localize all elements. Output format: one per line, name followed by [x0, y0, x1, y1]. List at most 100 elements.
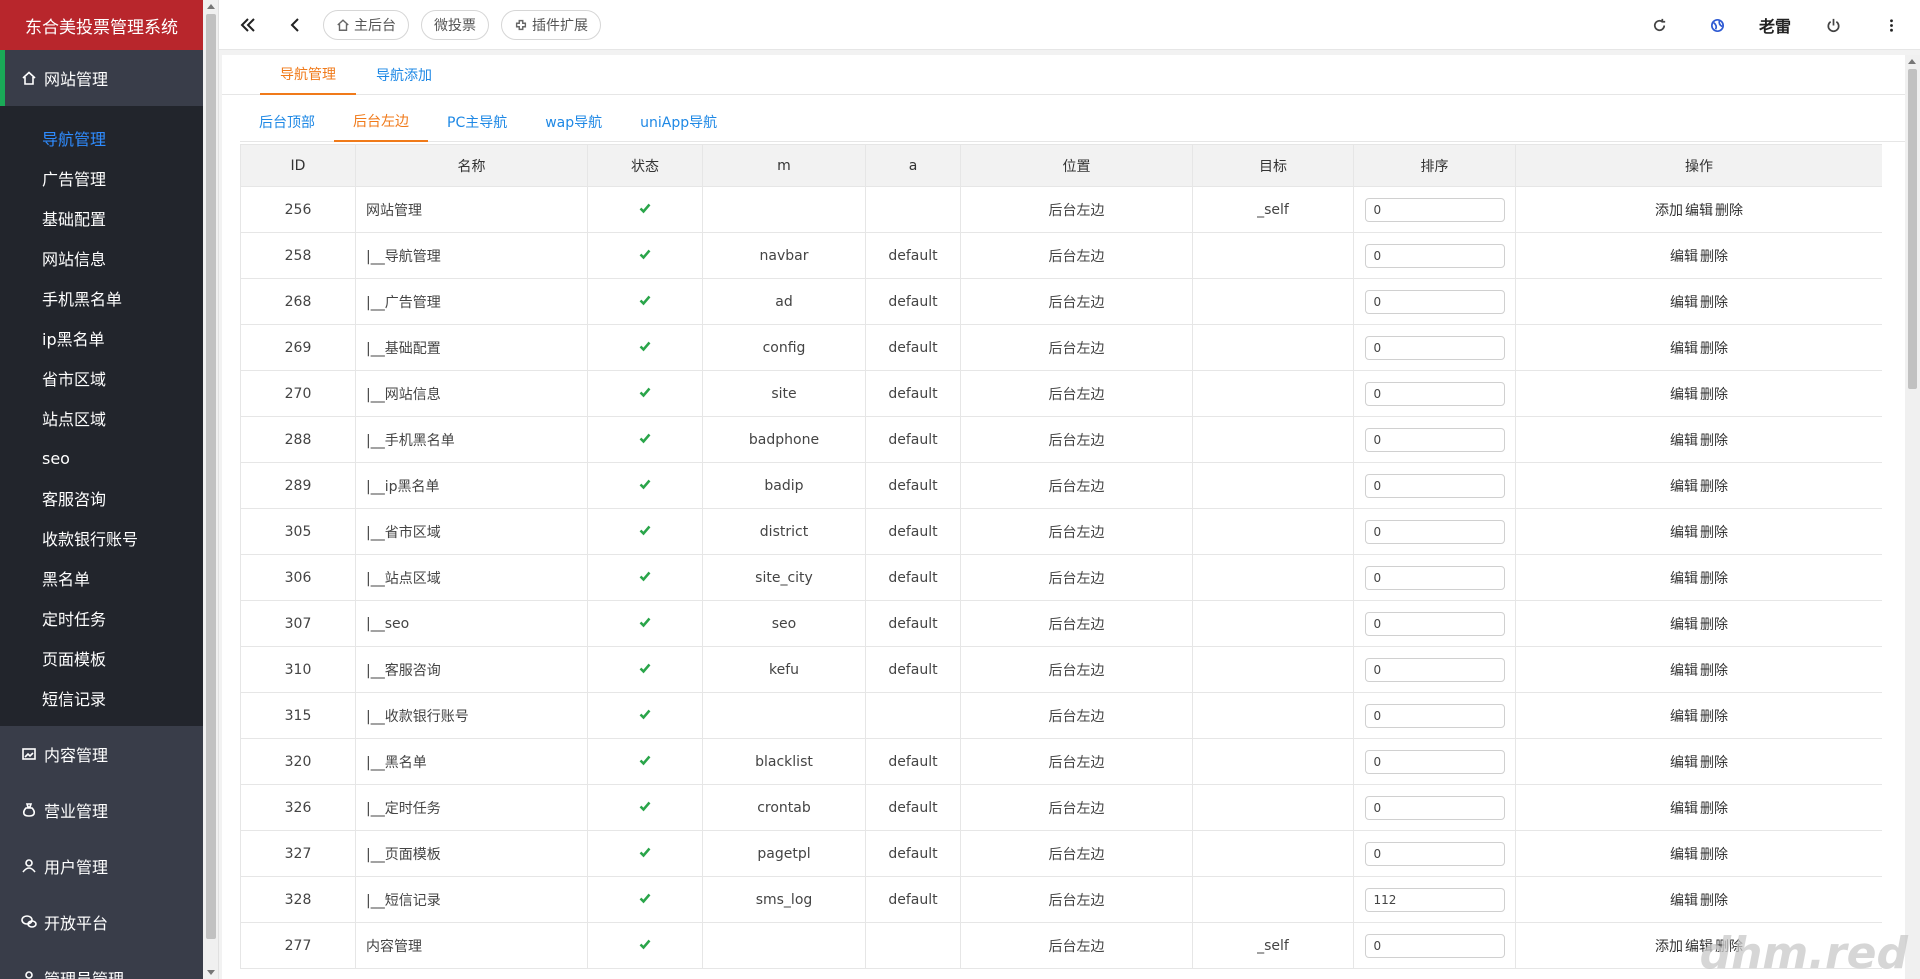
collapse-sidebar-icon[interactable]	[237, 14, 259, 36]
tab-navbar-add[interactable]: 导航添加	[356, 55, 452, 95]
header-target[interactable]: 目标	[1192, 144, 1354, 187]
sidebar-item-seo[interactable]: seo	[0, 438, 203, 478]
refresh-icon[interactable]	[1630, 0, 1688, 50]
delete-link[interactable]: 删除	[1700, 847, 1728, 863]
sort-input[interactable]	[1364, 427, 1505, 452]
delete-link[interactable]: 删除	[1700, 341, 1728, 357]
scroll-up-arrow-icon[interactable]	[207, 4, 215, 9]
sort-input[interactable]	[1364, 611, 1505, 636]
edit-link[interactable]: 编辑	[1670, 479, 1698, 495]
header-ops[interactable]: 操作	[1515, 144, 1882, 187]
header-position[interactable]: 位置	[960, 144, 1193, 187]
sidebar-item-badip[interactable]: ip黑名单	[0, 318, 203, 358]
sort-input[interactable]	[1364, 795, 1505, 820]
sort-input[interactable]	[1364, 749, 1505, 774]
sidebar-item-pagetpl[interactable]: 页面模板	[0, 638, 203, 678]
sort-input[interactable]	[1364, 841, 1505, 866]
edit-link[interactable]: 编辑	[1670, 847, 1698, 863]
delete-link[interactable]: 删除	[1700, 525, 1728, 541]
delete-link[interactable]: 删除	[1700, 663, 1728, 679]
edit-link[interactable]: 编辑	[1670, 893, 1698, 909]
sidebar-group-user[interactable]: 用户管理	[0, 838, 203, 894]
delete-link[interactable]: 删除	[1700, 433, 1728, 449]
delete-link[interactable]: 删除	[1700, 387, 1728, 403]
edit-link[interactable]: 编辑	[1670, 755, 1698, 771]
sidebar-group-business[interactable]: 营业管理	[0, 782, 203, 838]
sort-input[interactable]	[1364, 519, 1505, 544]
edit-link[interactable]: 编辑	[1670, 709, 1698, 725]
scroll-up-arrow-icon[interactable]	[1908, 59, 1916, 64]
header-a[interactable]: a	[865, 144, 961, 187]
edit-link[interactable]: 编辑	[1670, 525, 1698, 541]
sidebar-scrollbar[interactable]	[203, 0, 219, 979]
edit-link[interactable]: 编辑	[1670, 663, 1698, 679]
sort-input[interactable]	[1364, 565, 1505, 590]
tab-wap-nav[interactable]: wap导航	[526, 102, 621, 142]
tab-admin-left[interactable]: 后台左边	[334, 102, 428, 142]
sidebar-item-site-city[interactable]: 站点区域	[0, 398, 203, 438]
sort-input[interactable]	[1364, 289, 1505, 314]
edit-link[interactable]: 编辑	[1670, 617, 1698, 633]
sidebar-item-badphone[interactable]: 手机黑名单	[0, 278, 203, 318]
edit-link[interactable]: 编辑	[1670, 249, 1698, 265]
add-link[interactable]: 添加	[1655, 203, 1683, 219]
sidebar-item-sms-log[interactable]: 短信记录	[0, 678, 203, 718]
sort-input[interactable]	[1364, 243, 1505, 268]
sidebar-item-blacklist[interactable]: 黑名单	[0, 558, 203, 598]
sort-input[interactable]	[1364, 933, 1505, 958]
sort-input[interactable]	[1364, 887, 1505, 912]
edit-link[interactable]: 编辑	[1685, 203, 1713, 219]
sidebar-scroll-thumb[interactable]	[206, 14, 216, 939]
edit-link[interactable]: 编辑	[1670, 387, 1698, 403]
sidebar-item-site[interactable]: 网站信息	[0, 238, 203, 278]
sort-input[interactable]	[1364, 657, 1505, 682]
delete-link[interactable]: 删除	[1700, 249, 1728, 265]
header-m[interactable]: m	[702, 144, 866, 187]
delete-link[interactable]: 删除	[1700, 801, 1728, 817]
sidebar-item-config[interactable]: 基础配置	[0, 198, 203, 238]
sidebar-item-district[interactable]: 省市区域	[0, 358, 203, 398]
header-status[interactable]: 状态	[587, 144, 703, 187]
sidebar-item-ad[interactable]: 广告管理	[0, 158, 203, 198]
sidebar-item-bank[interactable]: 收款银行账号	[0, 518, 203, 558]
delete-link[interactable]: 删除	[1700, 479, 1728, 495]
user-name[interactable]: 老雷	[1746, 13, 1804, 37]
main-scroll-thumb[interactable]	[1908, 69, 1917, 389]
edit-link[interactable]: 编辑	[1670, 433, 1698, 449]
sidebar-group-content[interactable]: 内容管理	[0, 726, 203, 782]
sidebar-item-crontab[interactable]: 定时任务	[0, 598, 203, 638]
main-scrollbar[interactable]	[1905, 55, 1920, 979]
edit-link[interactable]: 编辑	[1670, 341, 1698, 357]
sort-input[interactable]	[1364, 381, 1505, 406]
sort-input[interactable]	[1364, 197, 1505, 222]
edit-link[interactable]: 编辑	[1670, 571, 1698, 587]
sort-input[interactable]	[1364, 473, 1505, 498]
back-arrow-icon[interactable]	[285, 14, 307, 36]
scroll-down-arrow-icon[interactable]	[207, 970, 215, 975]
edit-link[interactable]: 编辑	[1670, 801, 1698, 817]
delete-link[interactable]: 删除	[1700, 617, 1728, 633]
delete-link[interactable]: 删除	[1700, 295, 1728, 311]
more-vertical-icon[interactable]	[1862, 0, 1920, 50]
globe-icon[interactable]	[1688, 0, 1746, 50]
plugin-extension-button[interactable]: 插件扩展	[501, 9, 601, 40]
main-admin-button[interactable]: 主后台	[323, 9, 409, 40]
delete-link[interactable]: 删除	[1700, 709, 1728, 725]
header-id[interactable]: ID	[240, 144, 356, 187]
app-title[interactable]: 东合美投票管理系统	[0, 0, 203, 50]
micro-vote-button[interactable]: 微投票	[421, 9, 489, 40]
sidebar-group-website[interactable]: 网站管理	[0, 50, 203, 106]
sidebar-item-navbar[interactable]: 导航管理	[0, 118, 203, 158]
header-sort[interactable]: 排序	[1353, 144, 1516, 187]
tab-pc-nav[interactable]: PC主导航	[428, 102, 526, 142]
sidebar-item-kefu[interactable]: 客服咨询	[0, 478, 203, 518]
edit-link[interactable]: 编辑	[1670, 295, 1698, 311]
header-name[interactable]: 名称	[355, 144, 588, 187]
delete-link[interactable]: 删除	[1700, 571, 1728, 587]
sidebar-group-admin[interactable]: 管理员管理	[0, 950, 203, 979]
delete-link[interactable]: 删除	[1700, 755, 1728, 771]
power-icon[interactable]	[1804, 0, 1862, 50]
delete-link[interactable]: 删除	[1715, 203, 1743, 219]
tab-admin-top[interactable]: 后台顶部	[240, 102, 334, 142]
add-link[interactable]: 添加	[1655, 939, 1683, 955]
